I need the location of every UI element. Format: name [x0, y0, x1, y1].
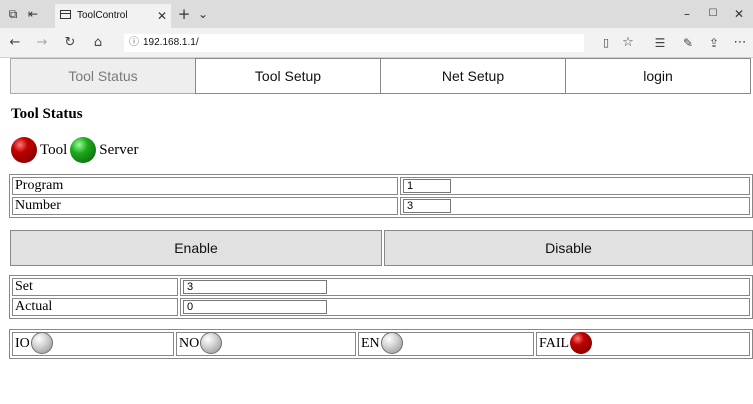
actual-input[interactable]: 0: [183, 299, 327, 314]
tool-status-led-icon: [11, 137, 37, 163]
enable-button[interactable]: Enable: [10, 230, 382, 266]
page-title: Tool Status: [11, 106, 83, 122]
pen-notes-icon[interactable]: ✎: [678, 28, 698, 58]
close-tab-icon[interactable]: ✕: [157, 4, 167, 28]
tool-status-label: Tool: [40, 141, 68, 158]
io-led-icon: [30, 332, 53, 354]
tab-title: ToolControl: [77, 10, 128, 21]
server-status-label: Server: [99, 141, 139, 158]
reading-view-icon[interactable]: ▯: [596, 28, 616, 58]
refresh-icon[interactable]: ↻: [60, 28, 80, 58]
fail-led-icon: [570, 332, 593, 354]
url-text: 192.168.1.1/: [143, 37, 199, 48]
nav-login[interactable]: login: [565, 58, 751, 94]
counts-table: Set 3 Actual 0: [9, 275, 753, 319]
table-row: Actual 0: [12, 298, 750, 316]
browser-tab-bar: ⧉ ⇤ ToolControl ✕ + ⌄ – ☐ ✕: [0, 0, 753, 28]
set-tabs-aside-icon[interactable]: ⇤: [26, 0, 40, 28]
browser-tab[interactable]: ToolControl ✕: [55, 4, 171, 28]
set-value-cell: 3: [180, 278, 750, 296]
number-input[interactable]: 3: [403, 198, 451, 213]
share-icon[interactable]: ⇪: [704, 28, 724, 58]
no-led-icon: [200, 332, 223, 354]
more-menu-icon[interactable]: ⋯: [730, 28, 750, 58]
connection-status: Tool Server: [11, 136, 141, 164]
table-row: IO NO EN FAIL: [12, 332, 750, 356]
number-value-cell: 3: [400, 197, 750, 215]
forward-arrow-icon[interactable]: →: [32, 28, 52, 58]
close-window-icon[interactable]: ✕: [732, 0, 746, 28]
io-label: IO: [15, 336, 30, 352]
maximize-icon[interactable]: ☐: [706, 0, 720, 28]
url-field[interactable]: ⓘ 192.168.1.1/: [124, 34, 584, 52]
table-row: Program 1: [12, 177, 750, 195]
no-label: NO: [179, 336, 200, 352]
new-tab-icon[interactable]: +: [176, 0, 192, 28]
nav-tool-status[interactable]: Tool Status: [10, 58, 196, 94]
tab-list-chevron-icon[interactable]: ⌄: [196, 0, 210, 28]
back-arrow-icon[interactable]: ←: [5, 28, 25, 58]
program-value-cell: 1: [400, 177, 750, 195]
set-label: Set: [12, 278, 178, 296]
tab-preview-icon[interactable]: ⧉: [6, 0, 20, 28]
home-icon[interactable]: ⌂: [88, 28, 108, 58]
minimize-icon[interactable]: –: [680, 0, 694, 28]
io-status-table: IO NO EN FAIL: [9, 329, 753, 359]
table-row: Set 3: [12, 278, 750, 296]
io-cell: IO: [12, 332, 174, 356]
en-led-icon: [380, 332, 403, 354]
program-label: Program: [12, 177, 398, 195]
program-input[interactable]: 1: [403, 178, 451, 193]
main-nav: Tool Status Tool Setup Net Setup login: [10, 58, 753, 94]
favorites-list-icon[interactable]: ☰: [650, 28, 670, 58]
table-row: Number 3: [12, 197, 750, 215]
address-bar: ← → ↻ ⌂ ⓘ 192.168.1.1/ ▯ ☆ ☰ ✎ ⇪ ⋯: [0, 28, 753, 58]
actual-value-cell: 0: [180, 298, 750, 316]
enable-disable-row: Enable Disable: [10, 230, 753, 266]
nav-tool-setup[interactable]: Tool Setup: [195, 58, 381, 94]
fail-label: FAIL: [539, 336, 570, 352]
set-input[interactable]: 3: [183, 279, 327, 294]
page-content: Tool Status Tool Setup Net Setup login T…: [0, 58, 753, 404]
favorite-star-icon[interactable]: ☆: [618, 28, 638, 58]
program-table: Program 1 Number 3: [9, 174, 753, 218]
info-icon[interactable]: ⓘ: [129, 34, 139, 52]
actual-label: Actual: [12, 298, 178, 316]
number-label: Number: [12, 197, 398, 215]
en-cell: EN: [358, 332, 534, 356]
en-label: EN: [361, 336, 380, 352]
fail-cell: FAIL: [536, 332, 750, 356]
nav-net-setup[interactable]: Net Setup: [380, 58, 566, 94]
disable-button[interactable]: Disable: [384, 230, 753, 266]
page-icon: [60, 10, 71, 19]
server-status-led-icon: [70, 137, 97, 163]
no-cell: NO: [176, 332, 356, 356]
